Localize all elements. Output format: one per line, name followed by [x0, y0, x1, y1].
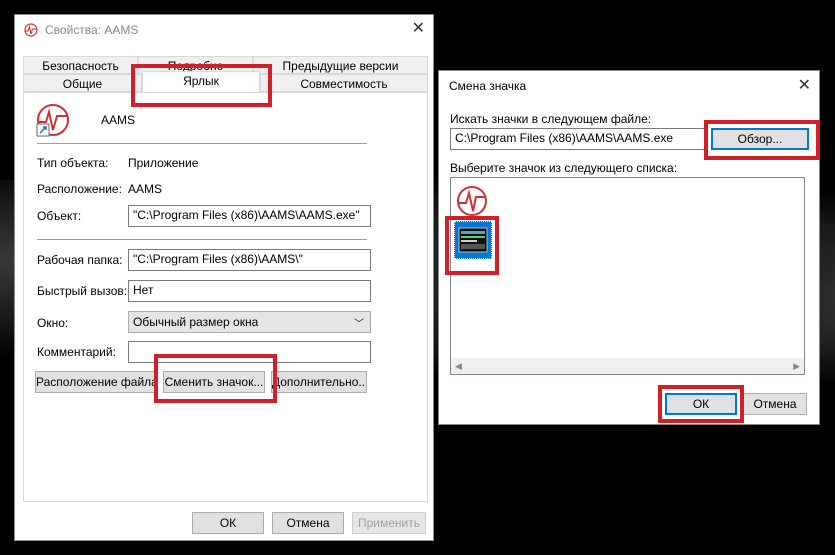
cancel-button[interactable]: Отмена — [272, 512, 344, 534]
object-field[interactable]: "C:\Program Files (x86)\AAMS\AAMS.exe" — [128, 205, 371, 227]
type-label: Тип объекта: — [37, 156, 109, 170]
window-size-select[interactable]: Обычный размер окна ﹀ — [128, 311, 371, 333]
apply-button[interactable]: Применить — [352, 512, 426, 534]
properties-window: Свойства: AAMS ✕ Безопасность Подробно П… — [14, 14, 434, 541]
icon-list-label: Выберите значок из следующего списка: — [450, 161, 678, 175]
highlight-shortcut-tab — [131, 64, 272, 107]
tab-security[interactable]: Безопасность — [23, 56, 138, 74]
tab-general[interactable]: Общие — [23, 74, 142, 92]
location-value: AAMS — [128, 182, 163, 196]
icon-file-field[interactable]: C:\Program Files (x86)\AAMS\AAMS.exe — [450, 128, 707, 150]
hotkey-label: Быстрый вызов: — [37, 284, 128, 298]
icon-list[interactable]: ◀ ▶ — [450, 177, 805, 375]
scroll-left-icon[interactable]: ◀ — [455, 361, 462, 372]
tab-compatibility[interactable]: Совместимость — [260, 74, 428, 92]
workdir-label: Рабочая папка: — [37, 253, 123, 267]
app-icon — [24, 23, 38, 37]
dialog-title: Смена значка — [449, 79, 527, 93]
separator — [37, 143, 367, 144]
tab-previous-versions[interactable]: Предыдущие версии — [253, 56, 428, 74]
chevron-down-icon: ﹀ — [354, 319, 364, 330]
scroll-right-icon[interactable]: ▶ — [793, 361, 800, 372]
close-icon[interactable]: ✕ — [798, 78, 811, 94]
object-label: Объект: — [37, 209, 82, 223]
change-icon-dialog: Смена значка ✕ Искать значки в следующем… — [438, 70, 820, 425]
highlight-selected-icon — [445, 216, 499, 275]
ok-button[interactable]: ОК — [192, 512, 264, 534]
dialog-cancel-button[interactable]: Отмена — [743, 393, 807, 415]
highlight-change-icon — [154, 354, 277, 403]
window-label: Окно: — [37, 316, 69, 330]
heartbeat-app-icon[interactable] — [455, 184, 489, 218]
comment-label: Комментарий: — [37, 345, 116, 359]
hotkey-field[interactable]: Нет — [128, 280, 371, 302]
change-icon-titlebar: Смена значка ✕ — [439, 71, 819, 101]
separator — [37, 239, 367, 240]
workdir-field[interactable]: "C:\Program Files (x86)\AAMS\" — [128, 249, 371, 271]
window-title: Свойства: AAMS — [45, 23, 139, 37]
highlight-browse — [704, 120, 820, 160]
type-value: Приложение — [128, 156, 199, 170]
shortcut-app-icon — [36, 104, 69, 137]
app-name: AAMS — [101, 113, 136, 127]
advanced-button[interactable]: Дополнительно... — [271, 371, 367, 393]
horizontal-scrollbar[interactable]: ◀ ▶ — [451, 358, 804, 374]
location-label: Расположение: — [37, 182, 122, 196]
close-icon[interactable]: ✕ — [412, 21, 425, 37]
file-location-button[interactable]: Расположение файла — [35, 371, 157, 393]
highlight-ok — [658, 385, 744, 423]
properties-titlebar: Свойства: AAMS ✕ — [15, 15, 433, 45]
search-file-label: Искать значки в следующем файле: — [450, 112, 652, 126]
